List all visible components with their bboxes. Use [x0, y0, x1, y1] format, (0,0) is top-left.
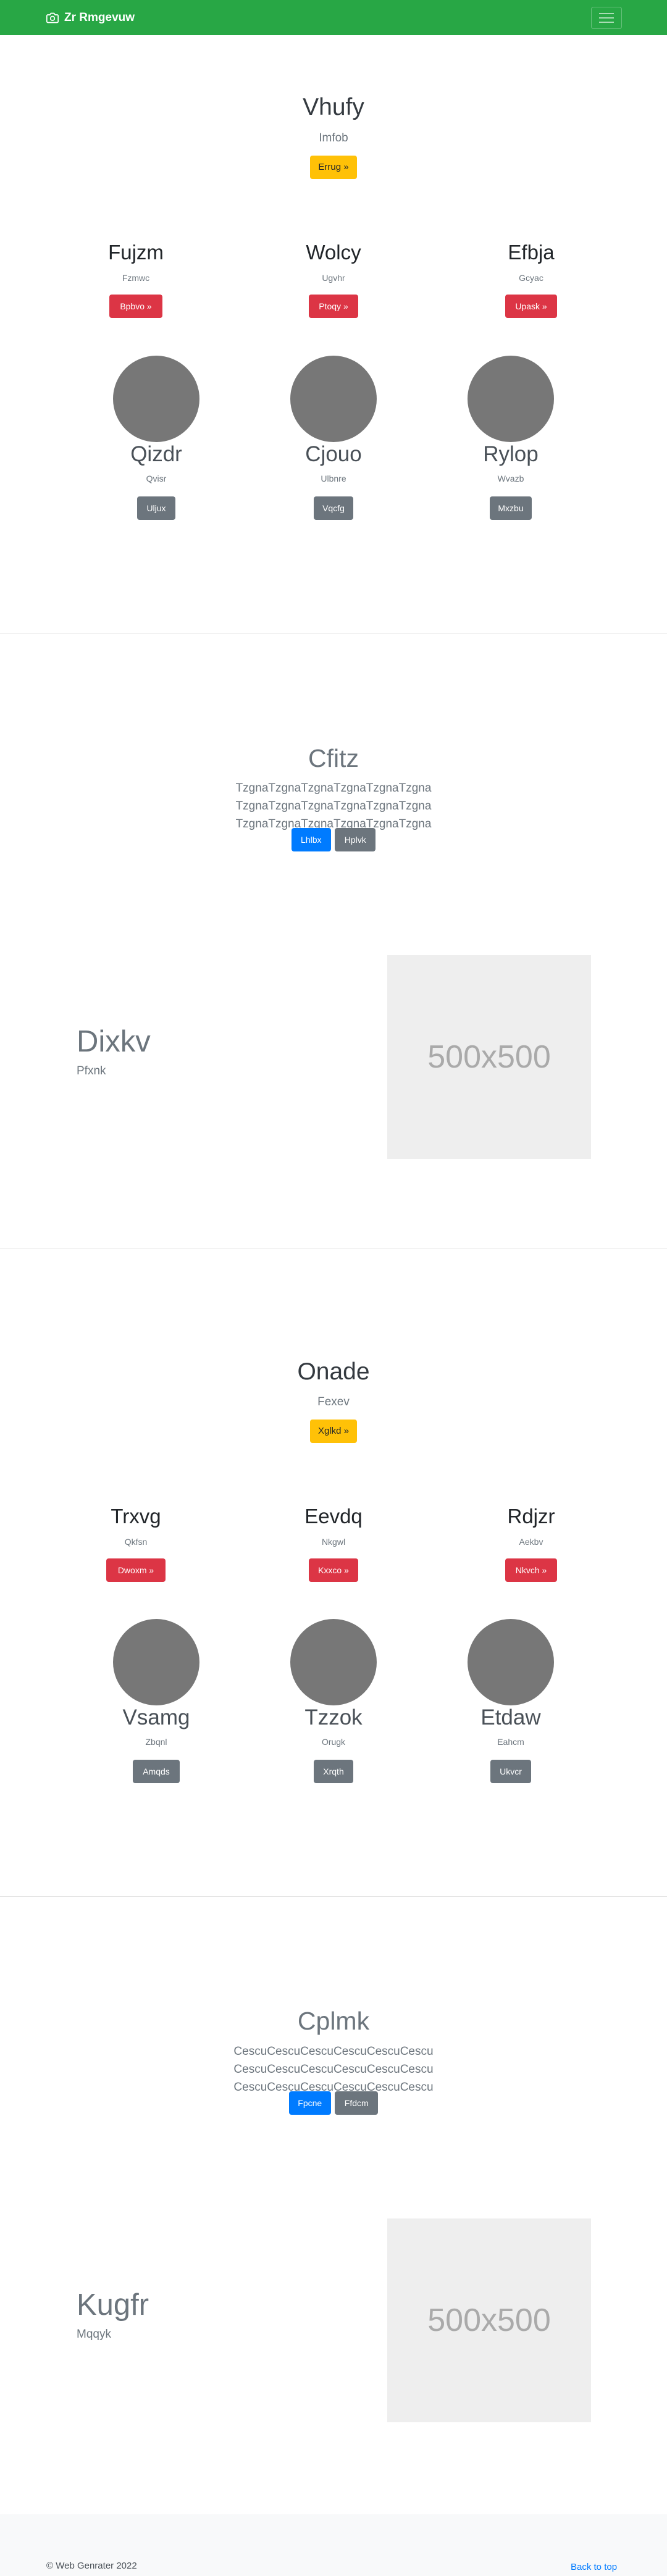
- feature-text: Aekbv: [519, 1537, 543, 1547]
- jumbotron-lead: CescuCescuCescuCescuCescuCescu CescuCesc…: [233, 2045, 434, 2094]
- team-role: Orugk: [321, 1737, 346, 1747]
- team-member: Tzzok Orugk Xrqth: [232, 1705, 435, 1783]
- navbar-toggler-button[interactable]: [591, 7, 622, 29]
- featurette-title: Kugfr: [77, 2288, 149, 2322]
- section2-subtitle: Fexev: [317, 1395, 350, 1408]
- section-divider: [0, 633, 667, 634]
- jumbotron-secondary-button[interactable]: Ffdcm: [335, 2091, 379, 2115]
- team-name: Rylop: [483, 442, 539, 466]
- feature-column: Wolcy Ugvhr Ptoqy »: [232, 241, 435, 318]
- jumbotron-title: Cfitz: [308, 744, 359, 772]
- feature-button[interactable]: Upask »: [505, 295, 557, 318]
- team-button[interactable]: Ukvcr: [490, 1760, 531, 1783]
- team-name: Etdaw: [480, 1705, 541, 1729]
- avatar: [468, 356, 554, 442]
- footer-copyright: © Web Genrater 2022: [46, 2561, 137, 2571]
- section1-title: Vhufy: [303, 94, 364, 120]
- team-member: Vsamg Zbqnl Amqds: [54, 1705, 258, 1783]
- feature-text: Gcyac: [519, 273, 543, 283]
- section2-cta-button[interactable]: Xglkd »: [310, 1420, 357, 1443]
- team-role: Ulbnre: [321, 474, 346, 483]
- brand-label: Zr Rmgevuw: [64, 11, 135, 24]
- team-name: Tzzok: [304, 1705, 363, 1729]
- team-button[interactable]: Uljux: [137, 496, 175, 520]
- team-name: Vsamg: [122, 1705, 190, 1729]
- jumbotron-primary-button[interactable]: Fpcne: [288, 2091, 331, 2115]
- jumbotron-title: Cplmk: [297, 2007, 370, 2035]
- team-button[interactable]: Xrqth: [314, 1760, 353, 1783]
- feature-text: Qkfsn: [124, 1537, 148, 1547]
- jumbotron-secondary-button[interactable]: Hplvk: [335, 828, 376, 851]
- feature-button[interactable]: Ptoqy »: [309, 295, 358, 318]
- section1-cta-button[interactable]: Errug »: [310, 156, 357, 179]
- feature-button[interactable]: Bpbvo »: [109, 295, 162, 318]
- feature-title: Eevdq: [304, 1505, 363, 1528]
- avatar: [290, 356, 377, 442]
- feature-column: Eevdq Nkgwl Kxxco »: [232, 1505, 435, 1582]
- feature-text: Nkgwl: [321, 1537, 346, 1547]
- team-name: Qizdr: [130, 442, 182, 466]
- team-button[interactable]: Vqcfg: [314, 496, 353, 520]
- team-role: Zbqnl: [145, 1737, 167, 1747]
- navbar: Zr Rmgevuw: [0, 0, 667, 35]
- team-member: Etdaw Eahcm Ukvcr: [409, 1705, 613, 1783]
- feature-button[interactable]: Kxxco »: [309, 1558, 358, 1582]
- brand-link[interactable]: Zr Rmgevuw: [46, 10, 135, 25]
- placeholder-label: 500x500: [427, 2302, 551, 2338]
- featurette-subtitle: Pfxnk: [77, 1064, 106, 1077]
- feature-button[interactable]: Nkvch »: [505, 1558, 557, 1582]
- section-divider: [0, 1896, 667, 1897]
- jumbotron-primary-button[interactable]: Lhlbx: [291, 828, 331, 851]
- team-role: Qvisr: [146, 474, 167, 483]
- section1-subtitle: Imfob: [319, 132, 348, 144]
- avatar: [468, 1619, 554, 1705]
- team-button[interactable]: Amqds: [133, 1760, 180, 1783]
- team-member: Rylop Wvazb Mxzbu: [409, 442, 613, 520]
- jumbotron-lead: TzgnaTzgnaTzgnaTzgnaTzgnaTzgna TzgnaTzgn…: [235, 782, 432, 830]
- team-member: Cjouo Ulbnre Vqcfg: [232, 442, 435, 520]
- feature-column: Rdjzr Aekbv Nkvch »: [429, 1505, 633, 1582]
- feature-title: Efbja: [508, 241, 555, 264]
- back-to-top-link[interactable]: Back to top: [571, 2562, 617, 2572]
- feature-title: Fujzm: [108, 241, 164, 264]
- feature-text: Ugvhr: [322, 273, 345, 283]
- hamburger-icon: [599, 13, 614, 23]
- featurette-image-placeholder: 500x500: [387, 955, 591, 1159]
- featurette-subtitle: Mqqyk: [77, 2328, 111, 2341]
- camera-icon: [46, 12, 59, 23]
- team-role: Wvazb: [497, 474, 524, 483]
- placeholder-label: 500x500: [427, 1039, 551, 1075]
- team-role: Eahcm: [497, 1737, 524, 1747]
- team-member: Qizdr Qvisr Uljux: [54, 442, 258, 520]
- feature-column: Efbja Gcyac Upask »: [429, 241, 633, 318]
- feature-title: Trxvg: [111, 1505, 161, 1528]
- section2-title: Onade: [297, 1358, 370, 1385]
- feature-title: Rdjzr: [507, 1505, 555, 1528]
- footer: © Web Genrater 2022 Back to top: [0, 2514, 667, 2576]
- feature-title: Wolcy: [306, 241, 361, 264]
- team-name: Cjouo: [305, 442, 362, 466]
- featurette-title: Dixkv: [77, 1025, 151, 1058]
- feature-column: Fujzm Fzmwc Bpbvo »: [34, 241, 238, 318]
- feature-text: Fzmwc: [122, 273, 150, 283]
- avatar: [113, 356, 199, 442]
- feature-column: Trxvg Qkfsn Dwoxm »: [34, 1505, 238, 1582]
- avatar: [290, 1619, 377, 1705]
- avatar: [113, 1619, 199, 1705]
- featurette-image-placeholder: 500x500: [387, 2218, 591, 2422]
- team-button[interactable]: Mxzbu: [490, 496, 532, 520]
- feature-button[interactable]: Dwoxm »: [106, 1558, 166, 1582]
